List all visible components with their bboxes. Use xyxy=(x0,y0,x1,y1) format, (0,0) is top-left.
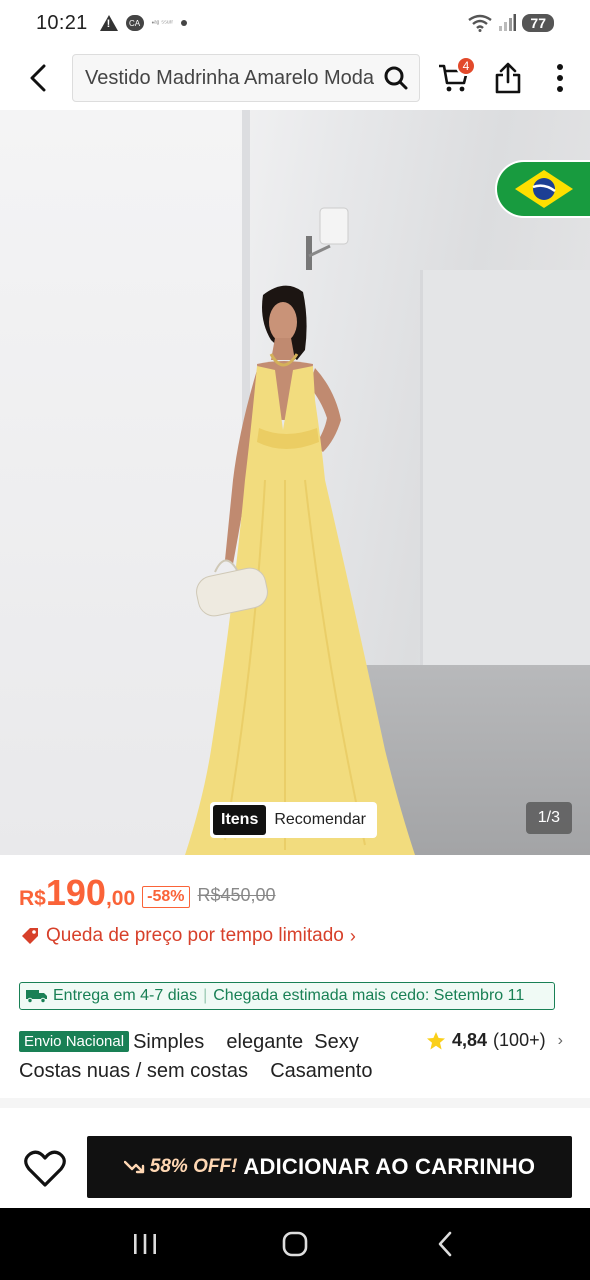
shipping-badge: Envio Nacional xyxy=(19,1031,130,1052)
truck-icon xyxy=(26,990,47,1003)
delivery-info[interactable]: Entrega em 4-7 dias | Chegada estimada m… xyxy=(19,982,555,1010)
more-options-button[interactable] xyxy=(540,54,580,102)
chevron-right-icon: › xyxy=(349,925,356,946)
gallery-tabs: Itens Recomendar xyxy=(210,802,377,838)
search-icon[interactable] xyxy=(383,65,409,91)
app-header: Vestido Madrinha Amarelo Moda 4 xyxy=(0,46,590,110)
system-back-button[interactable] xyxy=(415,1214,475,1274)
wishlist-button[interactable] xyxy=(22,1146,68,1192)
add-to-cart-label: ADICIONAR AO CARRINHO xyxy=(243,1154,536,1179)
cart-button[interactable]: 4 xyxy=(430,54,478,102)
recent-apps-icon xyxy=(134,1234,156,1254)
model-yellow-dress-image xyxy=(185,285,415,855)
wall-lamp-image xyxy=(306,207,349,270)
bottom-action-bar: 58% OFF! ADICIONAR AO CARRINHO xyxy=(0,1108,590,1208)
original-price: R$450,00 xyxy=(197,885,276,905)
price-integer: 190 xyxy=(45,872,106,913)
status-right-icons: 77 xyxy=(468,14,554,32)
star-icon xyxy=(427,1031,445,1049)
battery-indicator: 77 xyxy=(522,14,554,32)
trend-down-icon xyxy=(123,1160,144,1174)
discount-badge: -58% xyxy=(142,886,190,908)
search-query: Vestido Madrinha Amarelo Moda xyxy=(85,66,375,89)
back-button[interactable] xyxy=(10,50,66,106)
notification-text: •ᵃᵍ ⁵⁵ᵘʳʳ xyxy=(151,19,174,27)
product-image-gallery[interactable]: Itens Recomendar 1/3 xyxy=(0,110,590,855)
section-divider xyxy=(0,1098,590,1108)
rating-score: 4,84 xyxy=(452,1030,488,1050)
price-currency: R$ xyxy=(19,887,46,910)
promo-label: 58% OFF! xyxy=(123,1156,238,1178)
image-counter: 1/3 xyxy=(525,802,572,834)
wifi-icon xyxy=(468,14,493,32)
status-bar: 10:21 CA •ᵃᵍ ⁵⁵ᵘʳʳ 77 xyxy=(0,0,590,46)
back-chevron-icon xyxy=(438,1231,452,1257)
delivery-separator: | xyxy=(203,987,208,1004)
add-to-cart-button[interactable]: 58% OFF! ADICIONAR AO CARRINHO xyxy=(87,1136,572,1198)
warning-icon xyxy=(99,15,118,31)
chevron-right-icon: › xyxy=(557,1031,563,1049)
more-vertical-icon xyxy=(557,64,563,92)
delivery-time: Entrega em 4-7 dias xyxy=(53,987,198,1004)
status-time: 10:21 xyxy=(36,11,88,34)
price-tag-icon xyxy=(22,928,38,944)
status-notification-icons: CA •ᵃᵍ ⁵⁵ᵘʳʳ xyxy=(99,15,188,31)
home-icon xyxy=(282,1231,308,1257)
signal-icon xyxy=(499,14,517,31)
promo-text: 58% OFF! xyxy=(149,1156,238,1177)
price-drop-label: Queda de preço por tempo limitado xyxy=(46,925,344,946)
tab-recomendar[interactable]: Recomendar xyxy=(266,805,374,835)
price-row: R$ 190 ,00 -58% R$450,00 xyxy=(19,872,276,914)
heart-icon xyxy=(24,1150,66,1187)
share-button[interactable] xyxy=(484,54,532,102)
rating-summary[interactable]: 4,84 (100+) › xyxy=(426,1030,563,1051)
delivery-estimate: Chegada estimada mais cedo: Setembro 11 xyxy=(213,987,525,1004)
back-arrow-icon xyxy=(30,64,46,92)
product-title: Envio Nacional Simples elegante Sexy Cost… xyxy=(19,1028,404,1086)
cart-count-badge: 4 xyxy=(456,56,476,76)
brazil-flag-icon xyxy=(495,160,590,218)
share-icon xyxy=(495,62,521,94)
tab-itens[interactable]: Itens xyxy=(213,805,267,835)
ca-icon: CA xyxy=(125,15,144,31)
rating-count: (100+) xyxy=(493,1030,546,1050)
notification-dot-icon xyxy=(181,20,188,26)
system-navigation-bar xyxy=(0,1208,590,1280)
recent-apps-button[interactable] xyxy=(115,1214,175,1274)
price-drop-link[interactable]: Queda de preço por tempo limitado › xyxy=(20,925,356,947)
price-decimal: ,00 xyxy=(105,887,136,910)
home-button[interactable] xyxy=(265,1214,325,1274)
search-input[interactable]: Vestido Madrinha Amarelo Moda xyxy=(72,54,420,102)
